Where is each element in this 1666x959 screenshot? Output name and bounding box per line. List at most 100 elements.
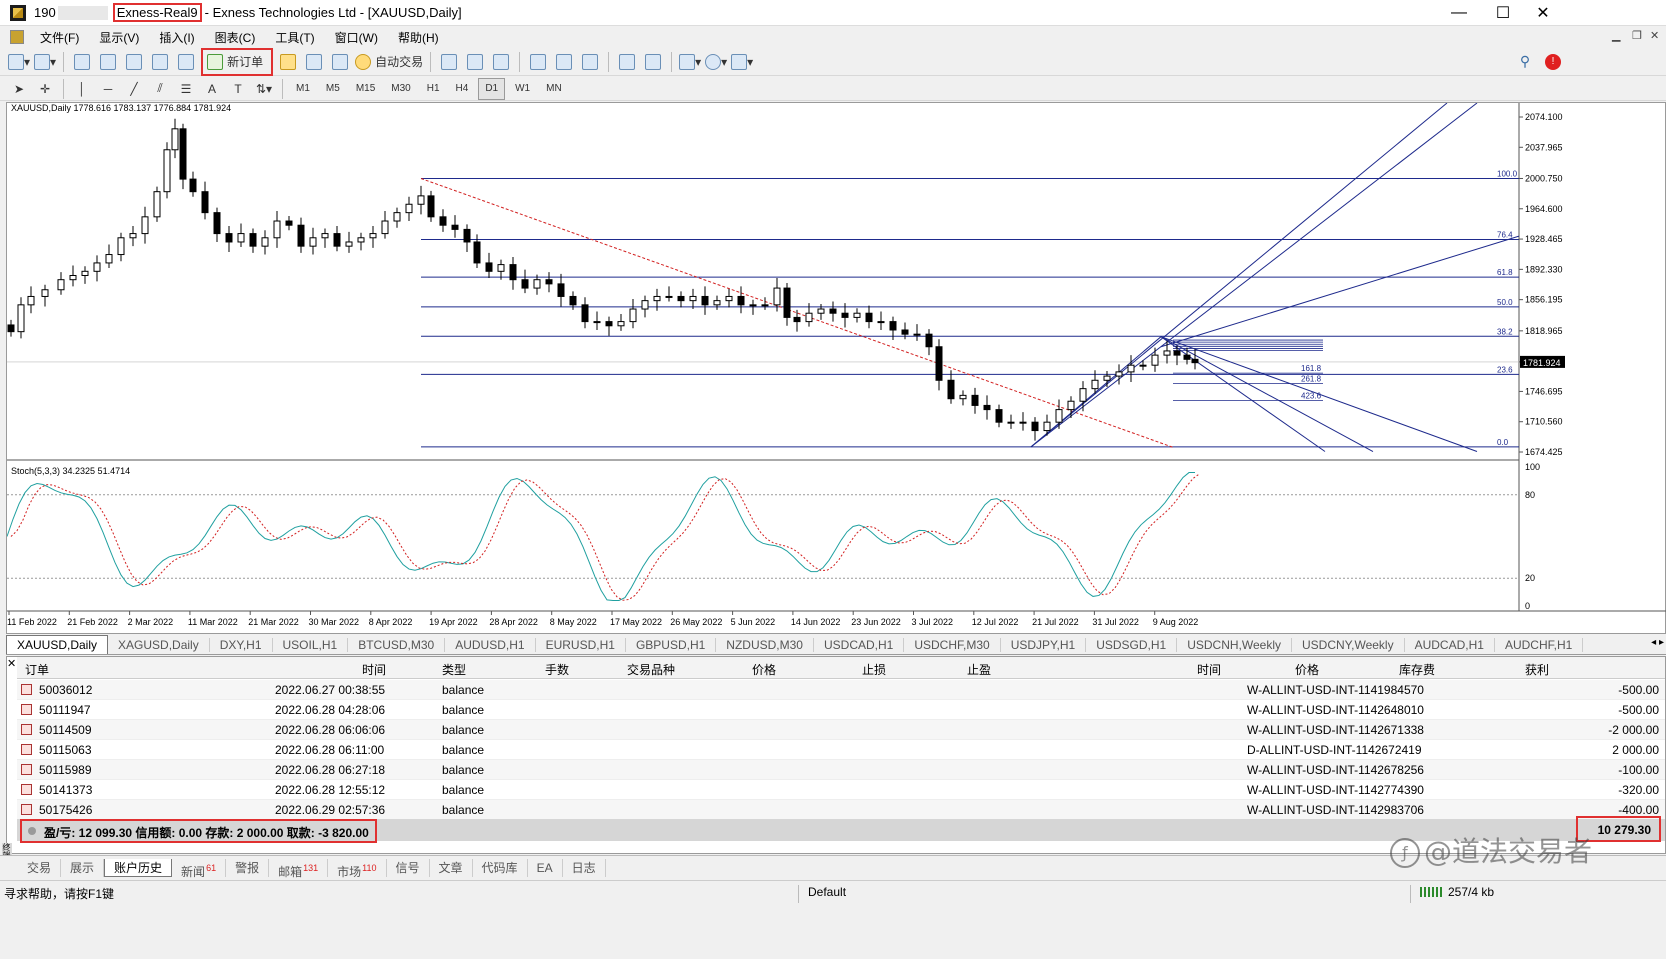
notifications-button[interactable]: ! xyxy=(1542,51,1564,73)
navigator-button[interactable] xyxy=(123,51,145,73)
table-row[interactable]: 50115063 2022.06.28 06:11:00 balance D-ALLI… xyxy=(17,740,1665,760)
chart-tab-audcad[interactable]: AUDCAD,H1 xyxy=(1405,637,1495,652)
minimize-button[interactable]: — xyxy=(1436,0,1482,26)
col-price[interactable]: 价格 xyxy=(752,661,776,678)
menu-file[interactable]: 文件(F) xyxy=(30,29,89,46)
price-chart[interactable]: 2074.100 2037.965 2000.750 1964.600 1928.465… xyxy=(7,103,1666,635)
menu-charts[interactable]: 图表(C) xyxy=(205,29,266,46)
chart-tab-usdcad[interactable]: USDCAD,H1 xyxy=(814,637,905,652)
signals-button[interactable] xyxy=(303,51,325,73)
chart-tab-nzdusd[interactable]: NZDUSD,M30 xyxy=(716,637,814,652)
terminal-tab-10[interactable]: EA xyxy=(528,858,563,877)
chart-tab-gbpusd[interactable]: GBPUSD,H1 xyxy=(626,637,717,652)
timeframe-m1[interactable]: M1 xyxy=(290,78,316,100)
col-swap[interactable]: 库存费 xyxy=(1399,661,1435,678)
chart-tab-usdsgd[interactable]: USDSGD,H1 xyxy=(1086,637,1178,652)
close-button[interactable]: ✕ xyxy=(1520,0,1566,26)
terminal-tab-9[interactable]: 代码库 xyxy=(473,858,528,877)
col-sl[interactable]: 止损 xyxy=(862,661,886,678)
terminal-tab-5[interactable]: 邮箱131 xyxy=(269,858,329,879)
timeframe-m15[interactable]: M15 xyxy=(350,78,381,100)
chart-tab-usdchf[interactable]: USDCHF,M30 xyxy=(904,637,1001,652)
terminal-tab-3[interactable]: 新闻61 xyxy=(172,858,227,879)
terminal-tab-8[interactable]: 文章 xyxy=(430,858,473,877)
timeframe-h4[interactable]: H4 xyxy=(450,78,475,100)
chart-window[interactable]: 2074.100 2037.965 2000.750 1964.600 1928.465… xyxy=(6,102,1666,634)
timeframe-h1[interactable]: H1 xyxy=(421,78,446,100)
menu-help[interactable]: 帮助(H) xyxy=(388,29,449,46)
search-button[interactable]: ⚲ xyxy=(1514,51,1536,73)
text-tool[interactable]: A xyxy=(201,78,223,100)
table-row[interactable]: 50114509 2022.06.28 06:06:06 balance W-ALLI… xyxy=(17,720,1665,740)
col-time[interactable]: 时间 xyxy=(362,661,386,678)
timeframe-d1[interactable]: D1 xyxy=(478,77,506,100)
vertical-line-tool[interactable]: │ xyxy=(71,78,93,100)
new-order-button[interactable]: 新订单 xyxy=(201,47,274,76)
auto-scroll-button[interactable] xyxy=(616,51,638,73)
table-row[interactable]: 50115989 2022.06.28 06:27:18 balance W-ALLI… xyxy=(17,760,1665,780)
terminal-tab-1[interactable]: 展示 xyxy=(61,858,105,877)
terminal-close-icon[interactable]: ✕ xyxy=(7,657,17,670)
table-row[interactable]: 50036012 2022.06.27 00:38:55 balance W-ALLI… xyxy=(17,680,1665,700)
col-symbol[interactable]: 交易品种 xyxy=(627,661,675,678)
menu-tools[interactable]: 工具(T) xyxy=(265,29,324,46)
chart-tab-usdcny[interactable]: USDCNY,Weekly xyxy=(1292,637,1405,652)
bar-chart-button[interactable] xyxy=(438,51,460,73)
col-volume[interactable]: 手数 xyxy=(545,661,569,678)
col-type[interactable]: 类型 xyxy=(442,661,466,678)
col-order[interactable]: 订单 xyxy=(25,661,49,678)
channel-tool[interactable]: ⫽ xyxy=(149,78,171,100)
metaeditor-button[interactable] xyxy=(277,51,299,73)
chart-tab-eurusd[interactable]: EURUSD,H1 xyxy=(536,637,626,652)
fibonacci-tool[interactable]: ☰ xyxy=(175,78,197,100)
profiles-button[interactable]: ▾ xyxy=(34,51,56,73)
chart-tab-dxy[interactable]: DXY,H1 xyxy=(210,637,273,652)
cursor-tool[interactable]: ➤ xyxy=(8,78,30,100)
market-watch-button[interactable] xyxy=(71,51,93,73)
table-row[interactable]: 50175426 2022.06.29 02:57:36 balance W-ALLI… xyxy=(17,800,1665,820)
chart-tab-xagusd[interactable]: XAGUSD,Daily xyxy=(108,637,210,652)
table-row[interactable]: 50141373 2022.06.28 12:55:12 balance W-ALLI… xyxy=(17,780,1665,800)
arrows-tool[interactable]: ⇅▾ xyxy=(253,78,275,100)
terminal-tab-0[interactable]: 交易 xyxy=(18,858,62,877)
trendline-tool[interactable]: ╱ xyxy=(123,78,145,100)
horizontal-line-tool[interactable]: ─ xyxy=(97,78,119,100)
auto-trading-button[interactable]: 自动交易 xyxy=(355,51,423,73)
new-chart-button[interactable]: ▾ xyxy=(8,51,30,73)
col-close-time[interactable]: 时间 xyxy=(1197,661,1221,678)
chart-tab-audchf[interactable]: AUDCHF,H1 xyxy=(1495,637,1584,652)
menu-view[interactable]: 显示(V) xyxy=(89,29,149,46)
chart-tab-audusd[interactable]: AUDUSD,H1 xyxy=(445,637,536,652)
periods-button[interactable]: ▾ xyxy=(705,51,727,73)
menu-insert[interactable]: 插入(I) xyxy=(149,29,204,46)
terminal-tab-6[interactable]: 市场110 xyxy=(328,858,387,879)
mdi-restore-icon[interactable]: ❐ xyxy=(1632,29,1642,42)
chart-tab-xauusd[interactable]: XAUUSD,Daily xyxy=(6,635,109,654)
tester-button[interactable] xyxy=(175,51,197,73)
chart-tab-usdjpy[interactable]: USDJPY,H1 xyxy=(1001,637,1087,652)
indicators-button[interactable]: ▾ xyxy=(679,51,701,73)
mdi-minimize-icon[interactable]: ▁ xyxy=(1612,29,1620,42)
col-profit[interactable]: 获利 xyxy=(1525,661,1549,678)
table-row[interactable]: 50111947 2022.06.28 04:28:06 balance W-ALLI… xyxy=(17,700,1665,720)
chart-tab-usoil[interactable]: USOIL,H1 xyxy=(273,637,349,652)
timeframe-w1[interactable]: W1 xyxy=(509,78,536,100)
chart-tab-btcusd[interactable]: BTCUSD,M30 xyxy=(348,637,446,652)
label-tool[interactable]: T xyxy=(227,78,249,100)
zoom-out-button[interactable] xyxy=(553,51,575,73)
timeframe-mn[interactable]: MN xyxy=(540,78,568,100)
templates-button[interactable]: ▾ xyxy=(731,51,753,73)
terminal-tab-4[interactable]: 警报 xyxy=(226,858,270,877)
market-button[interactable] xyxy=(329,51,351,73)
col-tp[interactable]: 止盈 xyxy=(967,661,991,678)
mdi-close-icon[interactable]: ✕ xyxy=(1650,29,1659,42)
line-chart-button[interactable] xyxy=(490,51,512,73)
zoom-in-button[interactable] xyxy=(527,51,549,73)
terminal-tab-7[interactable]: 信号 xyxy=(387,858,430,877)
timeframe-m30[interactable]: M30 xyxy=(385,78,416,100)
col-close-price[interactable]: 价格 xyxy=(1295,661,1319,678)
terminal-tab-11[interactable]: 日志 xyxy=(563,858,606,877)
terminal-button[interactable] xyxy=(149,51,171,73)
data-window-button[interactable] xyxy=(97,51,119,73)
menu-window[interactable]: 窗口(W) xyxy=(325,29,388,46)
